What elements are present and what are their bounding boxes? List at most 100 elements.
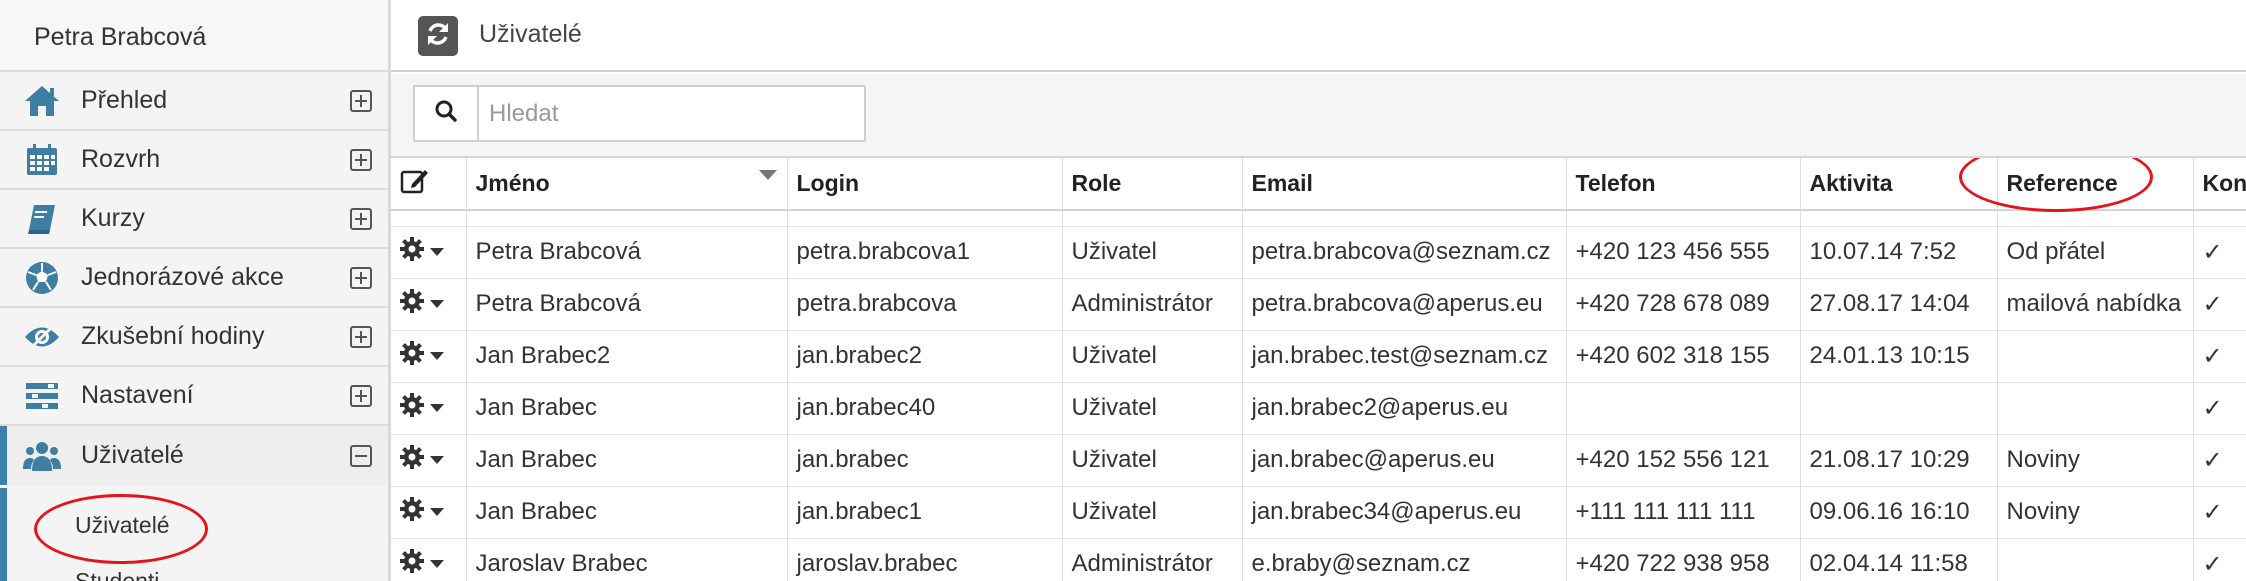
- table-row[interactable]: Jaroslav Brabec jaroslav.brabec Administ…: [391, 538, 2246, 581]
- row-actions-button[interactable]: [399, 392, 444, 425]
- chevron-down-icon: [430, 352, 444, 360]
- column-header-email[interactable]: Email: [1242, 158, 1567, 211]
- cell-login: jan.brabec40: [787, 382, 1063, 435]
- chevron-down-icon: [430, 404, 444, 412]
- sidebar-item-rozvrh[interactable]: Rozvrh: [0, 131, 388, 190]
- expand-icon[interactable]: [350, 266, 372, 289]
- sidebar-item-prehled[interactable]: Přehled: [0, 72, 388, 131]
- home-icon: [20, 79, 64, 123]
- column-header-role[interactable]: Role: [1062, 158, 1243, 211]
- sidebar-item-label: Kurzy: [81, 204, 145, 232]
- cell-activity: 10.07.14 7:52: [1800, 226, 1998, 279]
- column-header-jmeno[interactable]: Jméno: [466, 158, 788, 211]
- expand-icon[interactable]: [350, 89, 372, 112]
- cell-phone: +420 152 556 121: [1566, 434, 1801, 487]
- column-header-telefon[interactable]: Telefon: [1566, 158, 1801, 211]
- cell-contact: ✓: [2193, 382, 2246, 435]
- search-icon: [435, 100, 457, 127]
- column-header-reference[interactable]: Reference: [1997, 158, 2194, 211]
- expand-icon[interactable]: [350, 207, 372, 230]
- sidebar-item-uzivatele[interactable]: Uživatelé: [0, 426, 388, 485]
- row-actions-cell[interactable]: [391, 434, 467, 487]
- expand-icon[interactable]: [350, 384, 372, 407]
- row-actions-button[interactable]: [399, 496, 444, 529]
- row-actions-button[interactable]: [399, 288, 444, 321]
- sidebar-item-jednorazove-akce[interactable]: Jednorázové akce: [0, 249, 388, 308]
- refresh-icon: [424, 20, 452, 53]
- search-button[interactable]: [415, 87, 479, 140]
- cell-role: Uživatel: [1062, 330, 1243, 383]
- row-actions-cell[interactable]: [391, 538, 467, 581]
- cell-login: petra.brabcova1: [787, 226, 1063, 279]
- cell-login: jan.brabec1: [787, 486, 1063, 539]
- row-actions-button[interactable]: [399, 548, 444, 581]
- users-icon: [20, 434, 64, 478]
- row-actions-cell[interactable]: [391, 486, 467, 539]
- cell-email: e.braby@seznam.cz: [1242, 538, 1567, 581]
- chevron-down-icon: [430, 560, 444, 568]
- expand-icon[interactable]: [350, 325, 372, 348]
- gear-icon: [399, 444, 425, 477]
- sidebar-item-label: Rozvrh: [81, 145, 161, 173]
- table-row[interactable]: Petra Brabcová petra.brabcova Administrá…: [391, 278, 2246, 331]
- cell-role: Uživatel: [1062, 382, 1243, 435]
- cell-contact: ✓: [2193, 486, 2246, 539]
- column-header-login[interactable]: Login: [787, 158, 1063, 211]
- table-row[interactable]: Petra Brabcová petra.brabcova1 Uživatel …: [391, 226, 2246, 279]
- cell-phone: +420 728 678 089: [1566, 278, 1801, 331]
- sidebar-item-label: Nastavení: [81, 381, 194, 409]
- search-input[interactable]: [479, 87, 864, 140]
- calendar-icon: [20, 138, 64, 182]
- header: Uživatelé: [391, 0, 2246, 72]
- table-row[interactable]: Jan Brabec jan.brabec Uživatel jan.brabe…: [391, 434, 2246, 487]
- column-header-kontakt[interactable]: Kontakt: [2193, 158, 2246, 211]
- row-actions-button[interactable]: [399, 236, 444, 269]
- row-actions-cell[interactable]: [391, 382, 467, 435]
- cell-email: jan.brabec2@aperus.eu: [1242, 382, 1567, 435]
- eye-icon: [20, 315, 64, 359]
- gear-icon: [399, 496, 425, 529]
- sidebar-item-kurzy[interactable]: Kurzy: [0, 190, 388, 249]
- row-actions-cell[interactable]: [391, 330, 467, 383]
- cell-role: Uživatel: [1062, 434, 1243, 487]
- column-header-aktivita[interactable]: Aktivita: [1800, 158, 1998, 211]
- row-actions-cell[interactable]: [391, 226, 467, 279]
- cell-reference: mailová nabídka: [1997, 278, 2194, 331]
- search-bar: [391, 74, 2246, 158]
- refresh-button[interactable]: [418, 16, 458, 56]
- row-actions-cell[interactable]: [391, 278, 467, 331]
- table-row[interactable]: Jan Brabec jan.brabec1 Uživatel jan.brab…: [391, 486, 2246, 539]
- sidebar-subitem-studenti[interactable]: Studenti: [75, 568, 159, 581]
- user-name[interactable]: Petra Brabcová: [0, 0, 388, 72]
- page-title: Uživatelé: [479, 20, 582, 48]
- sidebar-subitem-uzivatele[interactable]: Uživatelé: [75, 512, 170, 539]
- cell-contact: ✓: [2193, 538, 2246, 581]
- sidebar-item-zkusebni-hodiny[interactable]: Zkušební hodiny: [0, 308, 388, 367]
- settings-icon: [20, 374, 64, 418]
- cell-login: jan.brabec2: [787, 330, 1063, 383]
- collapse-icon[interactable]: [350, 444, 372, 467]
- search-box: [413, 85, 866, 142]
- row-actions-button[interactable]: [399, 444, 444, 477]
- cell-activity: 21.08.17 10:29: [1800, 434, 1998, 487]
- soccer-ball-icon: [20, 256, 64, 300]
- cell-email: petra.brabcova@seznam.cz: [1242, 226, 1567, 279]
- chevron-down-icon: [430, 300, 444, 308]
- cell-reference: [1997, 538, 2194, 581]
- cell-contact: ✓: [2193, 330, 2246, 383]
- cell-name: Jan Brabec: [466, 486, 788, 539]
- sidebar-item-nastaveni[interactable]: Nastavení: [0, 367, 388, 426]
- table-row[interactable]: Jan Brabec2 jan.brabec2 Uživatel jan.bra…: [391, 330, 2246, 383]
- cell-role: Administrátor: [1062, 538, 1243, 581]
- cell-reference: Od přátel: [1997, 226, 2194, 279]
- cell-login: jaroslav.brabec: [787, 538, 1063, 581]
- edit-column-header[interactable]: [391, 158, 467, 211]
- expand-icon[interactable]: [350, 148, 372, 171]
- table-row[interactable]: Jan Brabec jan.brabec40 Uživatel jan.bra…: [391, 382, 2246, 435]
- table-row-partial: [391, 210, 2246, 227]
- row-actions-button[interactable]: [399, 340, 444, 373]
- table-header-row: Jméno Login Role Email Telefon Aktivita …: [391, 158, 2246, 211]
- cell-email: jan.brabec34@aperus.eu: [1242, 486, 1567, 539]
- sidebar-submenu: Uživatelé Studenti: [0, 488, 388, 581]
- cell-activity: 09.06.16 16:10: [1800, 486, 1998, 539]
